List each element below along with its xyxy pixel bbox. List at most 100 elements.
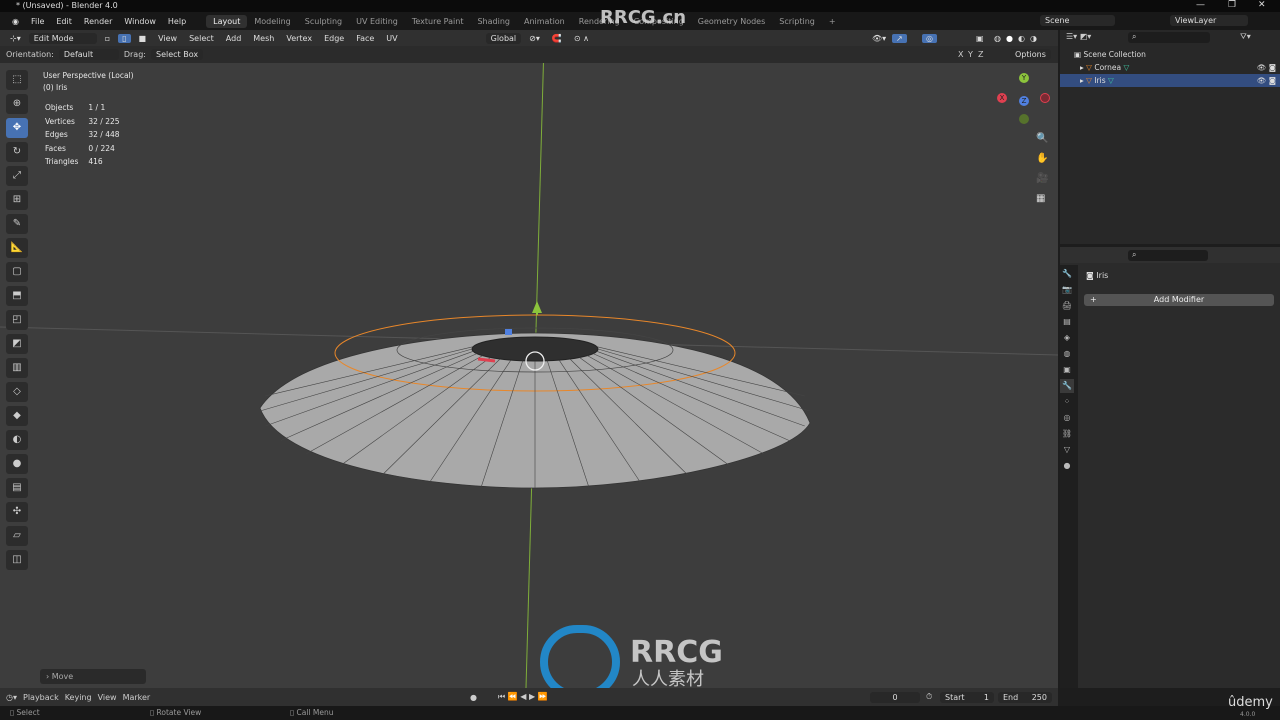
menu-help[interactable]: Help xyxy=(162,17,192,26)
drag-dropdown[interactable]: Select Box xyxy=(150,49,204,60)
transform-orientation-dropdown[interactable]: Global xyxy=(485,32,522,44)
measure-tool-icon[interactable]: 📐 xyxy=(6,238,28,258)
scene-collection-row[interactable]: ▣ Scene Collection xyxy=(1060,48,1280,61)
gizmo-y[interactable]: Y xyxy=(1019,73,1029,83)
camera-icon[interactable]: 🎥 xyxy=(1036,169,1048,189)
world-properties-tab-icon[interactable]: ◍ xyxy=(1060,347,1074,361)
render-properties-tab-icon[interactable]: 📷 xyxy=(1060,283,1074,297)
gizmo-x[interactable]: X xyxy=(997,93,1007,103)
bevel-tool-icon[interactable]: ◩ xyxy=(6,334,28,354)
tab-geometry-nodes[interactable]: Geometry Nodes xyxy=(691,15,772,28)
extrude-tool-icon[interactable]: ⬒ xyxy=(6,286,28,306)
close-button[interactable]: ✕ xyxy=(1258,0,1266,11)
select-mode-edge-icon[interactable]: ▯ xyxy=(118,33,131,43)
options-dropdown[interactable]: Options xyxy=(1010,49,1051,60)
shrink-fatten-tool-icon[interactable]: ✣ xyxy=(6,502,28,522)
scene-selector[interactable]: Scene xyxy=(1040,15,1115,26)
menu-uv[interactable]: UV xyxy=(382,34,401,43)
output-properties-tab-icon[interactable]: 🖨 xyxy=(1060,299,1074,313)
menu-vertex[interactable]: Vertex xyxy=(282,34,316,43)
blender-logo-icon[interactable]: ◉ xyxy=(6,17,25,26)
physics-properties-tab-icon[interactable]: ◎ xyxy=(1060,411,1074,425)
add-cube-tool-icon[interactable]: ▢ xyxy=(6,262,28,282)
minimize-button[interactable]: — xyxy=(1196,0,1205,11)
orientation-dropdown[interactable]: Default xyxy=(58,49,119,60)
record-button[interactable]: ● xyxy=(470,693,477,702)
select-mode-face-icon[interactable]: ■ xyxy=(135,34,151,43)
menu-marker[interactable]: Marker xyxy=(123,693,151,702)
tab-sculpting[interactable]: Sculpting xyxy=(298,15,349,28)
loop-cut-tool-icon[interactable]: ▥ xyxy=(6,358,28,378)
end-frame-field[interactable]: End 250 xyxy=(998,691,1052,703)
edge-slide-tool-icon[interactable]: ▤ xyxy=(6,478,28,498)
outliner-search-input[interactable]: ⌕ xyxy=(1128,32,1210,43)
menu-edge[interactable]: Edge xyxy=(320,34,348,43)
visibility-icon[interactable]: 👁▾ xyxy=(868,34,890,43)
menu-file[interactable]: File xyxy=(25,17,50,26)
playback-controls[interactable]: ⏮ ⏪ ◀ ▶ ⏩ xyxy=(498,692,548,702)
select-mode-vertex-icon[interactable]: ▫ xyxy=(101,34,114,43)
move-tool-icon[interactable]: ✥ xyxy=(6,118,28,138)
object-properties-tab-icon[interactable]: ▣ xyxy=(1060,363,1074,377)
last-operator-panel[interactable]: › Move xyxy=(40,669,146,684)
select-box-tool-icon[interactable]: ⬚ xyxy=(6,70,28,90)
poly-build-tool-icon[interactable]: ◆ xyxy=(6,406,28,426)
visibility-eye-icon[interactable]: 👁 ◙ xyxy=(1257,74,1276,87)
properties-search-input[interactable]: ⌕ xyxy=(1128,250,1208,261)
view-layer-properties-tab-icon[interactable]: ▤ xyxy=(1060,315,1074,329)
menu-edit[interactable]: Edit xyxy=(50,17,78,26)
constraints-properties-tab-icon[interactable]: ⛓ xyxy=(1060,427,1074,441)
tab-scripting[interactable]: Scripting xyxy=(772,15,822,28)
mirror-y-toggle[interactable]: Y xyxy=(968,50,973,59)
menu-view[interactable]: View xyxy=(98,693,117,702)
outliner-display-mode-icon[interactable]: ☰▾ ◩▾ xyxy=(1066,32,1091,41)
menu-playback[interactable]: Playback xyxy=(23,693,59,702)
gizmo-neg-x[interactable] xyxy=(1040,93,1050,103)
overlay-toggle-icon[interactable]: ◎ xyxy=(922,33,937,43)
mirror-z-toggle[interactable]: Z xyxy=(978,50,983,59)
menu-mesh[interactable]: Mesh xyxy=(249,34,278,43)
tab-shading[interactable]: Shading xyxy=(470,15,517,28)
mode-dropdown[interactable]: Edit Mode xyxy=(28,32,97,44)
menu-face[interactable]: Face xyxy=(352,34,378,43)
cursor-tool-icon[interactable]: ⊕ xyxy=(6,94,28,114)
tab-modeling[interactable]: Modeling xyxy=(247,15,297,28)
scene-properties-tab-icon[interactable]: ◈ xyxy=(1060,331,1074,345)
particles-properties-tab-icon[interactable]: ⁘ xyxy=(1060,395,1074,409)
tab-texture-paint[interactable]: Texture Paint xyxy=(405,15,471,28)
gizmo-neg-y[interactable] xyxy=(1019,114,1029,124)
menu-render[interactable]: Render xyxy=(78,17,118,26)
timeline-editor-icon[interactable]: ◷▾ xyxy=(6,693,17,702)
data-properties-tab-icon[interactable]: ▽ xyxy=(1060,443,1074,457)
navigation-gizmo[interactable]: Y X Z xyxy=(997,69,1053,124)
annotate-tool-icon[interactable]: ✎ xyxy=(6,214,28,234)
menu-add[interactable]: Add xyxy=(222,34,246,43)
tab-uv-editing[interactable]: UV Editing xyxy=(349,15,405,28)
rip-tool-icon[interactable]: ◫ xyxy=(6,550,28,570)
transform-tool-icon[interactable]: ⊞ xyxy=(6,190,28,210)
maximize-button[interactable]: ❐ xyxy=(1228,0,1236,11)
tab-layout[interactable]: Layout xyxy=(206,14,248,28)
menu-window[interactable]: Window xyxy=(118,17,162,26)
current-frame-field[interactable]: 0 xyxy=(870,691,920,703)
tab-animation[interactable]: Animation xyxy=(517,15,572,28)
add-workspace-button[interactable]: + xyxy=(822,15,843,28)
view-layer-selector[interactable]: ViewLayer xyxy=(1170,15,1248,26)
menu-select[interactable]: Select xyxy=(185,34,218,43)
start-frame-field[interactable]: Start 1 xyxy=(940,691,994,703)
zoom-icon[interactable]: 🔍 xyxy=(1036,129,1048,149)
editor-type-icon[interactable]: ⊹▾ xyxy=(6,34,25,43)
xray-icon[interactable]: ▣ xyxy=(972,34,988,43)
pivot-icon[interactable]: ⊘▾ xyxy=(525,34,544,43)
add-modifier-button[interactable]: + Add Modifier xyxy=(1084,294,1274,306)
inset-tool-icon[interactable]: ◰ xyxy=(6,310,28,330)
visibility-eye-icon[interactable]: 👁 ◙ xyxy=(1257,61,1276,74)
shading-rendered-icon[interactable]: ◑ xyxy=(1026,34,1041,43)
menu-view[interactable]: View xyxy=(154,34,181,43)
pan-hand-icon[interactable]: ✋ xyxy=(1036,149,1048,169)
mirror-x-toggle[interactable]: X xyxy=(958,50,963,59)
gizmo-z[interactable]: Z xyxy=(1019,96,1029,106)
outliner-item-cornea[interactable]: ▸ ▽ Cornea ▽ 👁 ◙ xyxy=(1060,61,1280,74)
material-properties-tab-icon[interactable]: ● xyxy=(1060,459,1074,473)
knife-tool-icon[interactable]: ◇ xyxy=(6,382,28,402)
